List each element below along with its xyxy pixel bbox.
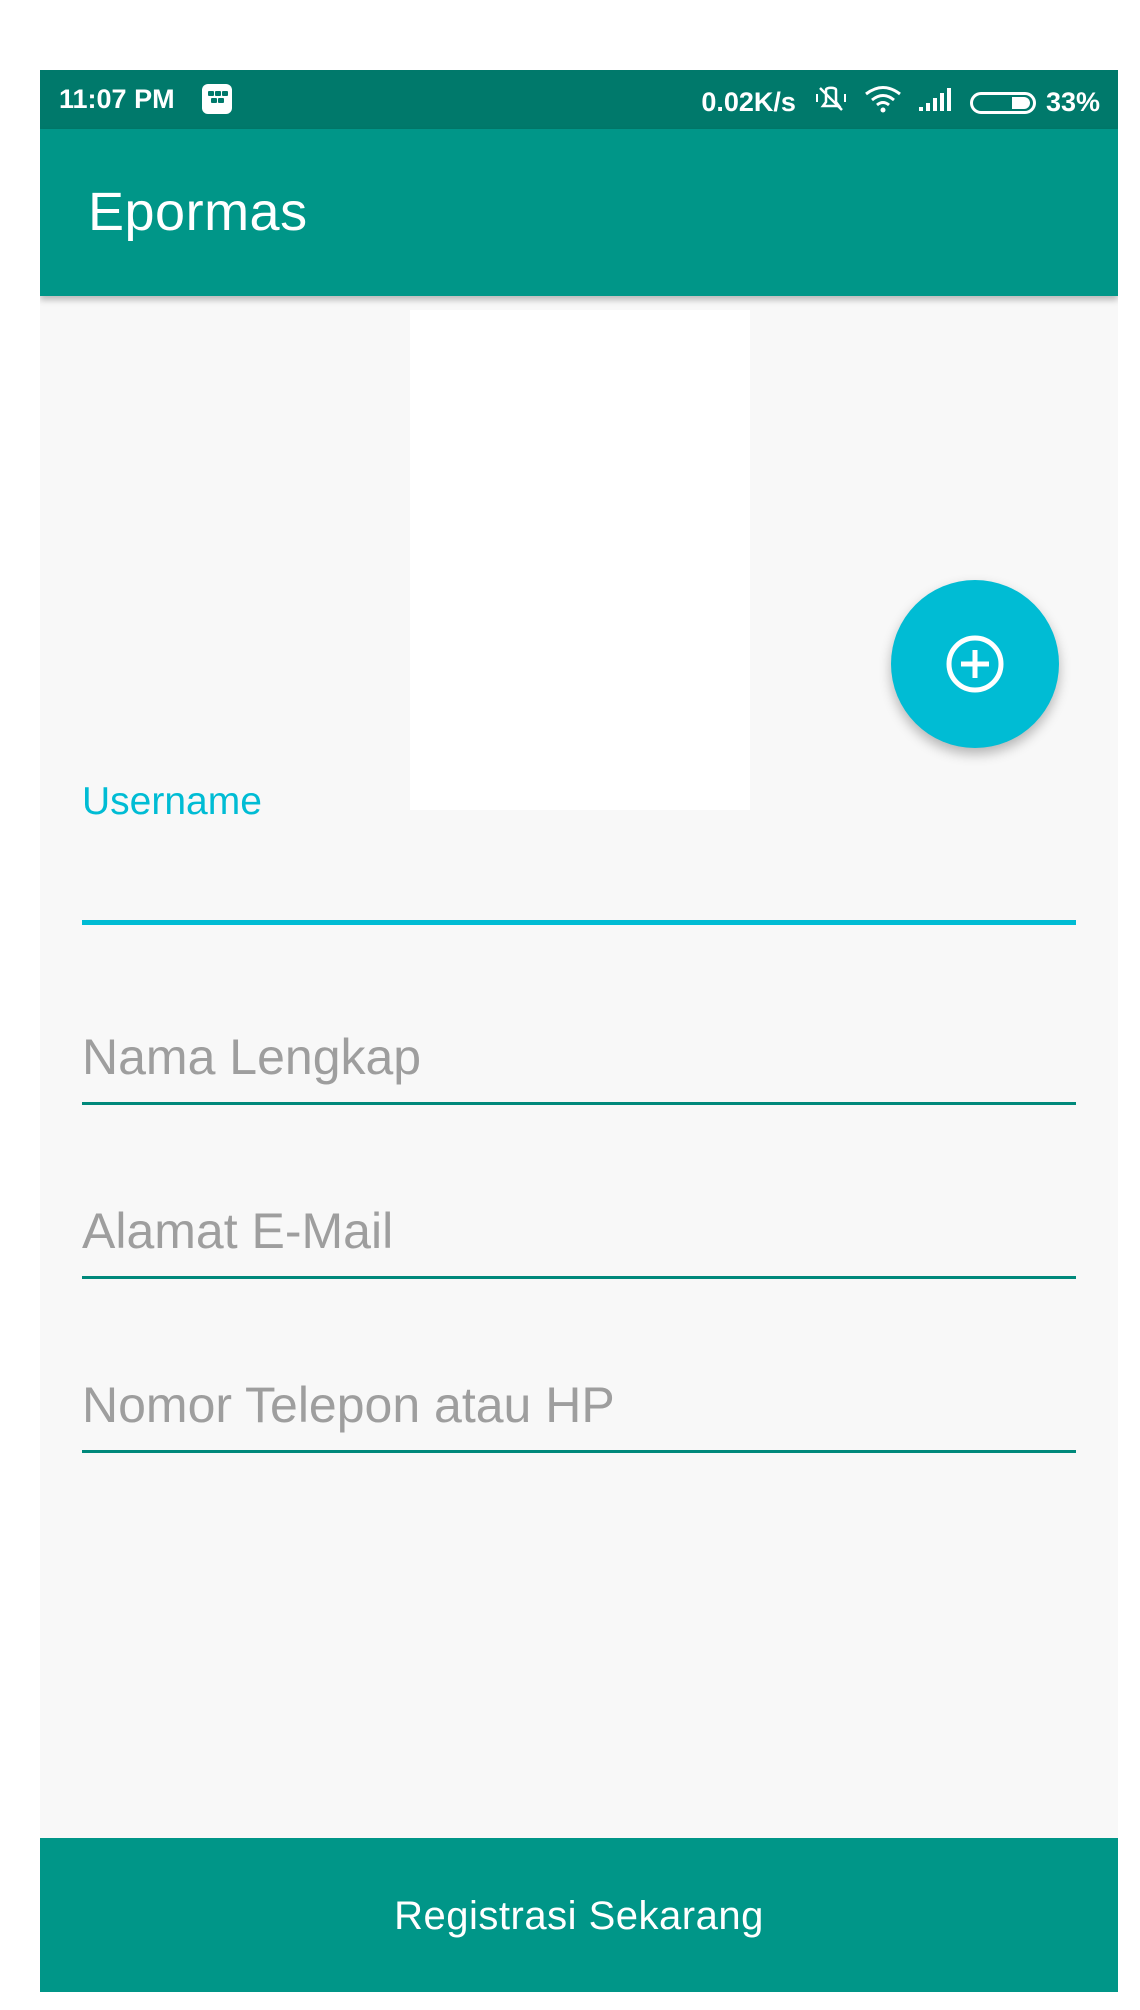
register-button[interactable]: Registrasi Sekarang	[40, 1838, 1118, 1992]
battery-percent: 33%	[1045, 87, 1100, 117]
fullname-field-group	[82, 1000, 1076, 1130]
wifi-icon	[864, 85, 902, 120]
email-input[interactable]	[82, 1196, 1076, 1266]
phone-input[interactable]	[82, 1370, 1076, 1440]
status-time: 11:07 PM	[59, 84, 175, 114]
net-speed: 0.02K/s	[701, 87, 796, 117]
profile-photo-preview	[410, 310, 750, 810]
username-field-group: Username	[82, 780, 1076, 960]
username-underline	[82, 920, 1076, 925]
fullname-input[interactable]	[82, 1022, 1076, 1092]
phone-underline	[82, 1450, 1076, 1453]
email-field-group	[82, 1174, 1076, 1304]
status-bar: 11:07 PM 0.02K/s 33%	[40, 70, 1118, 129]
mute-vibrate-icon	[814, 84, 848, 121]
battery-icon	[969, 91, 1036, 114]
add-circle-icon	[946, 635, 1004, 693]
app-bar: Epormas	[40, 129, 1118, 296]
page-title: Epormas	[88, 182, 308, 242]
fullname-underline	[82, 1102, 1076, 1105]
app-screen: 11:07 PM 0.02K/s 33% Epormas Username Na…	[40, 70, 1118, 1992]
email-underline	[82, 1276, 1076, 1279]
cell-signal-icon	[918, 86, 954, 119]
username-label: Username	[82, 780, 262, 823]
add-photo-button[interactable]	[891, 580, 1059, 748]
status-indicators: 0.02K/s 33%	[701, 84, 1100, 121]
phone-field-group	[82, 1348, 1076, 1478]
bbm-icon	[202, 84, 232, 114]
